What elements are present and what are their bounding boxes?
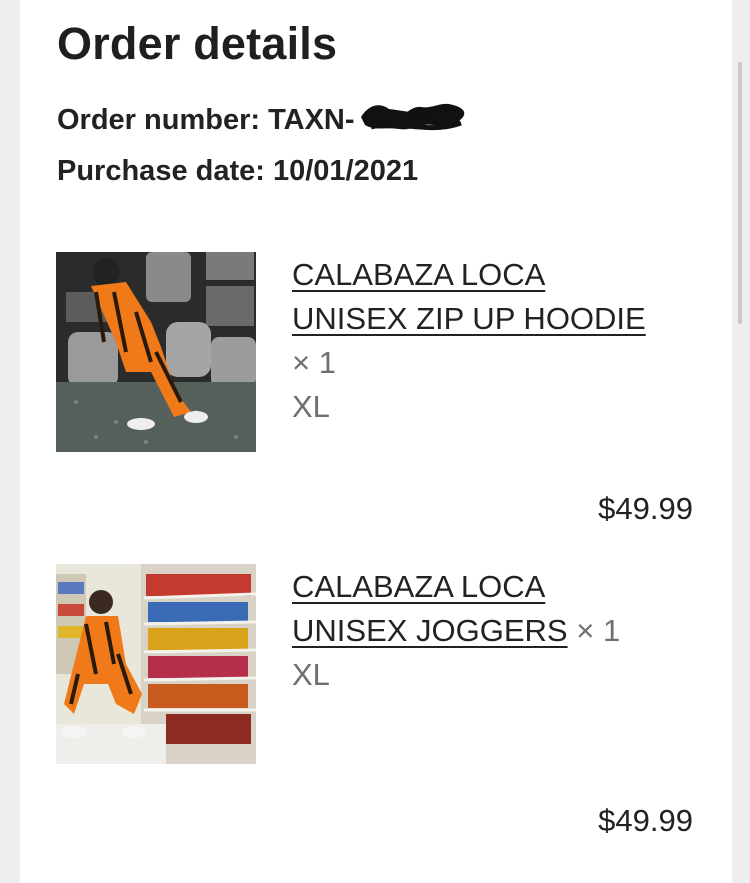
product-name-line2: UNISEX JOGGERS bbox=[292, 613, 568, 648]
product-info-hoodie: CALABAZA LOCA UNISEX ZIP UP HOODIE × 1 XL bbox=[292, 253, 712, 429]
product-quantity: × 1 bbox=[292, 345, 336, 380]
product-info-joggers: CALABAZA LOCA UNISEX JOGGERS × 1 XL bbox=[292, 565, 712, 697]
product-price: $49.99 bbox=[598, 803, 693, 838]
product-price: $49.99 bbox=[598, 491, 693, 526]
product-link-hoodie[interactable]: CALABAZA LOCA UNISEX ZIP UP HOODIE bbox=[292, 257, 646, 336]
redaction-scribble bbox=[357, 97, 469, 146]
product-image-hoodie[interactable] bbox=[56, 252, 256, 452]
purchase-date: Purchase date: 10/01/2021 bbox=[57, 155, 419, 187]
order-number-label: Order number: TAXN- bbox=[57, 104, 355, 137]
product-variant: XL bbox=[292, 389, 330, 424]
order-number: Order number: TAXN- bbox=[57, 97, 469, 146]
product-name-line2: UNISEX ZIP UP HOODIE bbox=[292, 301, 646, 336]
page-title: Order details bbox=[57, 18, 338, 69]
product-variant: XL bbox=[292, 657, 330, 692]
product-name-line1: CALABAZA LOCA bbox=[292, 257, 546, 292]
product-name-line1: CALABAZA LOCA bbox=[292, 569, 546, 604]
product-quantity: × 1 bbox=[576, 613, 621, 648]
scrollbar[interactable] bbox=[738, 62, 742, 324]
product-link-joggers[interactable]: CALABAZA LOCA UNISEX JOGGERS bbox=[292, 569, 568, 648]
product-image-joggers[interactable] bbox=[56, 564, 256, 764]
